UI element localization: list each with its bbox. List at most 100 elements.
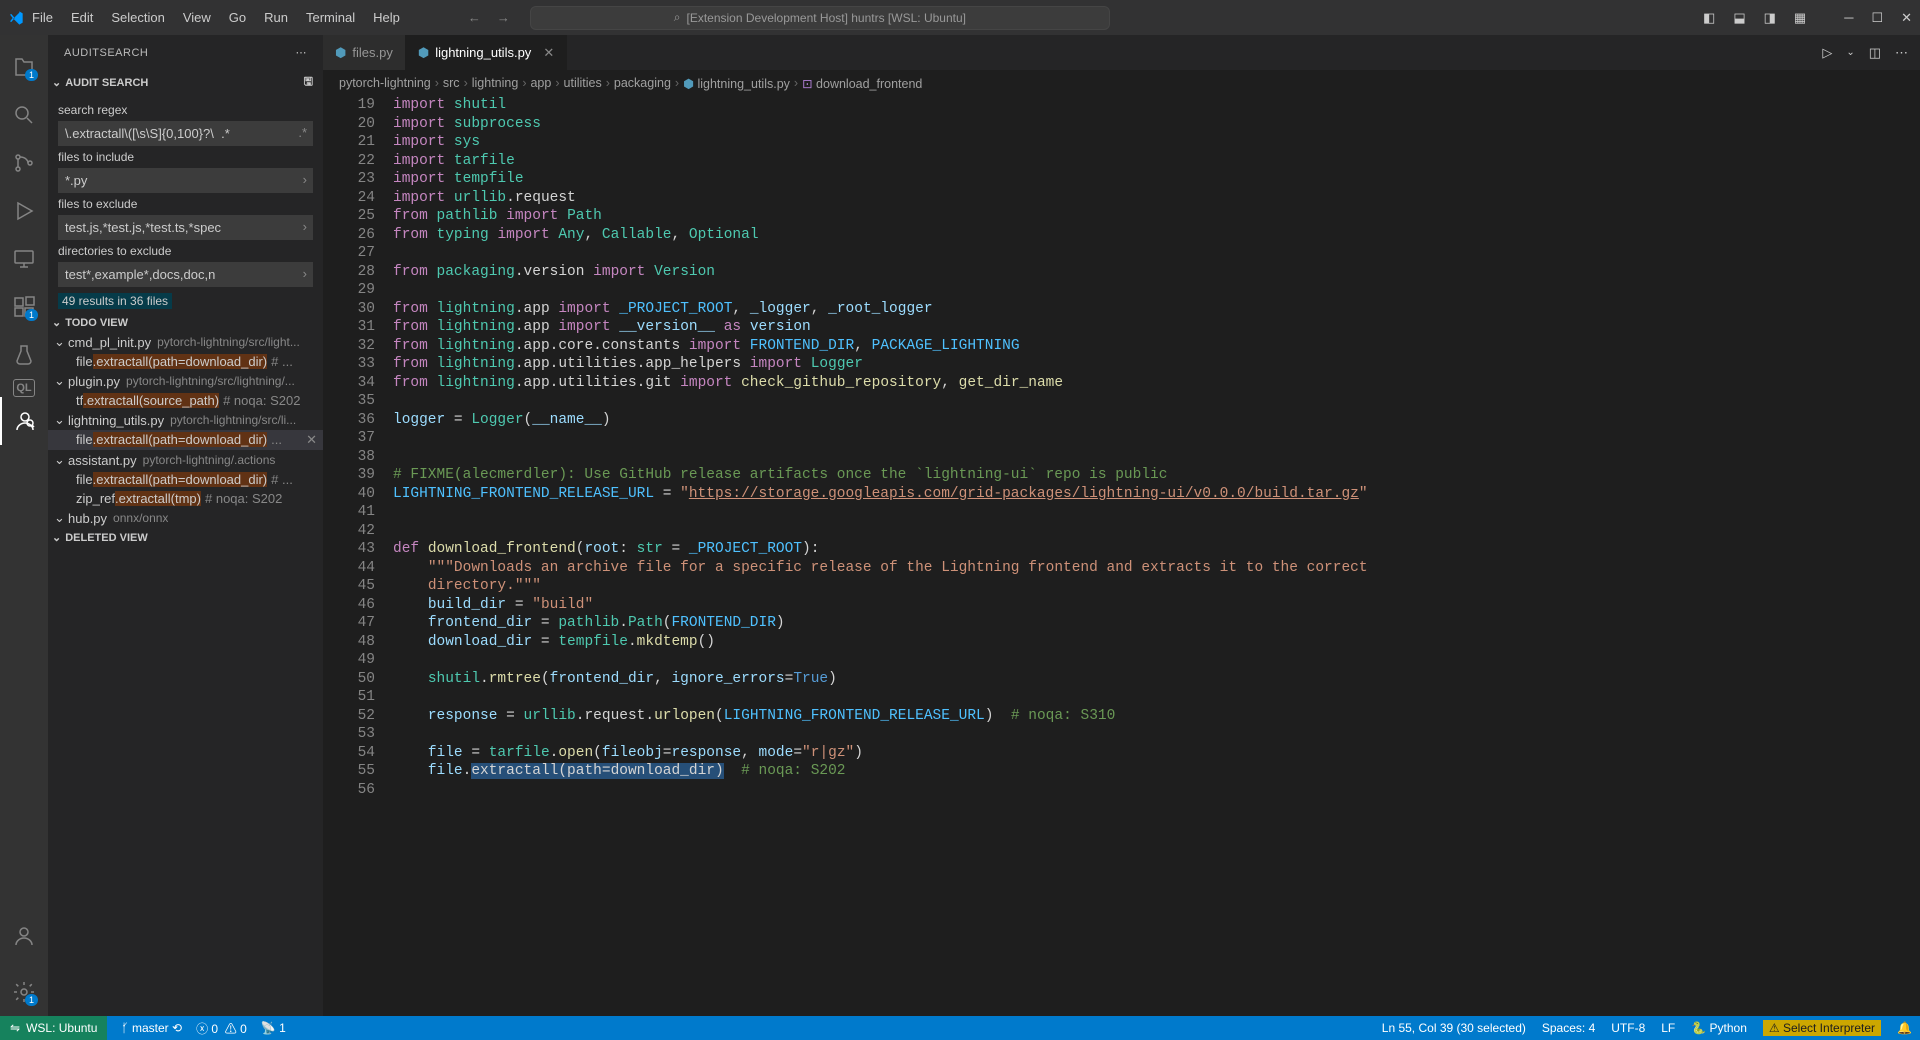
save-icon[interactable]: 🖫: [304, 73, 313, 92]
indentation[interactable]: Spaces: 4: [1542, 1021, 1595, 1035]
close-icon[interactable]: ✕: [1901, 10, 1912, 26]
code-content[interactable]: import shutilimport subprocessimport sys…: [393, 96, 1830, 1016]
minimap[interactable]: [1830, 96, 1920, 1016]
nav-forward-icon[interactable]: →: [497, 10, 510, 25]
ql-icon[interactable]: QL: [13, 379, 35, 397]
tree-match[interactable]: file.extractall(path=download_dir)...✕: [48, 430, 323, 450]
settings-gear-icon[interactable]: 1: [0, 968, 48, 1016]
tree-file[interactable]: ⌄cmd_pl_init.pypytorch-lightning/src/lig…: [48, 332, 323, 352]
regex-mode-icon[interactable]: .*: [298, 125, 307, 140]
remote-explorer-icon[interactable]: [0, 235, 48, 283]
extensions-icon[interactable]: 1: [0, 283, 48, 331]
menu-selection[interactable]: Selection: [103, 6, 172, 29]
search-icon: ⌕: [674, 10, 681, 25]
problems-indicator[interactable]: ⓧ 0 ⚠ 0: [196, 1020, 247, 1037]
nav-arrows: ← →: [468, 10, 510, 25]
breadcrumb-segment[interactable]: ⬢ lightning_utils.py: [683, 76, 790, 91]
notifications-icon[interactable]: 🔔: [1897, 1021, 1912, 1035]
layout-sidebar-right-icon[interactable]: ◨: [1764, 10, 1776, 26]
regex-label: search regex: [58, 103, 313, 117]
command-center[interactable]: ⌕ [Extension Development Host] huntrs [W…: [530, 6, 1110, 30]
layout-sidebar-left-icon[interactable]: ◧: [1703, 10, 1715, 26]
menu-go[interactable]: Go: [221, 6, 254, 29]
layout-customize-icon[interactable]: ▦: [1794, 10, 1806, 26]
menu-file[interactable]: File: [24, 6, 61, 29]
history-icon[interactable]: ›: [303, 219, 307, 234]
tree-file[interactable]: ⌄plugin.pypytorch-lightning/src/lightnin…: [48, 371, 323, 391]
more-icon[interactable]: ⋯: [1895, 45, 1908, 61]
tree-file[interactable]: ⌄lightning_utils.pypytorch-lightning/src…: [48, 410, 323, 430]
history-icon[interactable]: ›: [303, 266, 307, 281]
close-tab-icon[interactable]: ✕: [543, 45, 554, 61]
badge: 1: [25, 994, 38, 1006]
include-input[interactable]: [58, 168, 313, 193]
dismiss-icon[interactable]: ✕: [306, 432, 317, 448]
minimize-icon[interactable]: ─: [1844, 10, 1853, 26]
run-dropdown-icon[interactable]: ⌄: [1846, 47, 1854, 58]
line-numbers: 1920212223242526272829303132333435363738…: [323, 96, 393, 1016]
tree-file[interactable]: ⌄hub.pyonnx/onnx: [48, 508, 323, 528]
select-interpreter[interactable]: ⚠ Select Interpreter: [1763, 1020, 1881, 1036]
sidebar-title: AUDITSEARCH ⋯: [48, 35, 323, 70]
encoding[interactable]: UTF-8: [1611, 1021, 1645, 1035]
split-editor-icon[interactable]: ◫: [1869, 45, 1881, 61]
menu-view[interactable]: View: [175, 6, 219, 29]
maximize-icon[interactable]: ☐: [1871, 10, 1883, 26]
menu-edit[interactable]: Edit: [63, 6, 101, 29]
breadcrumb-segment[interactable]: lightning: [472, 76, 519, 90]
tree-match[interactable]: file.extractall(path=download_dir)# ...: [48, 470, 323, 489]
run-icon[interactable]: ▷: [1822, 45, 1832, 61]
ports-indicator[interactable]: 📡 1: [261, 1021, 286, 1035]
tab-files-py[interactable]: ⬢files.py: [323, 35, 406, 70]
search-activity-icon[interactable]: [0, 91, 48, 139]
tab-lightning_utils-py[interactable]: ⬢lightning_utils.py✕: [406, 35, 567, 70]
activity-bar: 1 1 QL 1: [0, 35, 48, 1016]
menu-terminal[interactable]: Terminal: [298, 6, 363, 29]
menu-help[interactable]: Help: [365, 6, 408, 29]
tree-match[interactable]: file.extractall(path=download_dir)# ...: [48, 352, 323, 371]
sidebar: AUDITSEARCH ⋯ ⌄AUDIT SEARCH 🖫 search reg…: [48, 35, 323, 1016]
source-control-icon[interactable]: [0, 139, 48, 187]
section-audit-search[interactable]: ⌄AUDIT SEARCH 🖫: [48, 70, 323, 95]
remote-indicator[interactable]: ⇋ WSL: Ubuntu: [0, 1016, 107, 1040]
command-center-text: [Extension Development Host] huntrs [WSL…: [687, 11, 966, 25]
chevron-down-icon: ⌄: [54, 334, 68, 350]
status-bar: ⇋ WSL: Ubuntu ᚶ master ⟲ ⓧ 0 ⚠ 0 📡 1 Ln …: [0, 1016, 1920, 1040]
auditsearch-activity-icon[interactable]: [0, 397, 48, 445]
section-deleted-view[interactable]: ⌄DELETED VIEW: [48, 528, 323, 547]
breadcrumb-segment[interactable]: pytorch-lightning: [339, 76, 431, 90]
tree-match[interactable]: tf.extractall(source_path)# noqa: S202: [48, 391, 323, 410]
code-editor[interactable]: 1920212223242526272829303132333435363738…: [323, 96, 1920, 1016]
breadcrumb-segment[interactable]: ⊡ download_frontend: [802, 76, 922, 91]
exclude-input[interactable]: [58, 215, 313, 240]
eol[interactable]: LF: [1661, 1021, 1675, 1035]
dirs-exclude-input[interactable]: [58, 262, 313, 287]
nav-back-icon[interactable]: ←: [468, 10, 481, 25]
regex-input[interactable]: [58, 121, 313, 146]
layout-panel-icon[interactable]: ⬓: [1733, 10, 1745, 26]
history-icon[interactable]: ›: [303, 172, 307, 187]
breadcrumb-segment[interactable]: app: [530, 76, 551, 90]
remote-icon: ⇋: [10, 1021, 20, 1035]
badge: 1: [25, 69, 38, 81]
section-todo-view[interactable]: ⌄TODO VIEW: [48, 313, 323, 332]
tree-match[interactable]: zip_ref.extractall(tmp)# noqa: S202: [48, 489, 323, 508]
more-icon[interactable]: ⋯: [296, 46, 308, 59]
breadcrumb-segment[interactable]: src: [443, 76, 460, 90]
language-mode[interactable]: 🐍 Python: [1691, 1021, 1747, 1035]
run-debug-icon[interactable]: [0, 187, 48, 235]
tree-file[interactable]: ⌄assistant.pypytorch-lightning/.actions: [48, 450, 323, 470]
results-tree: ⌄cmd_pl_init.pypytorch-lightning/src/lig…: [48, 332, 323, 528]
explorer-icon[interactable]: 1: [0, 43, 48, 91]
breadcrumb-segment[interactable]: utilities: [564, 76, 602, 90]
menu-run[interactable]: Run: [256, 6, 296, 29]
chevron-down-icon: ⌄: [52, 531, 61, 544]
branch-indicator[interactable]: ᚶ master ⟲: [121, 1021, 182, 1035]
testing-icon[interactable]: [0, 331, 48, 379]
chevron-down-icon: ⌄: [54, 452, 68, 468]
breadcrumb[interactable]: pytorch-lightning›src›lightning›app›util…: [323, 70, 1920, 96]
accounts-icon[interactable]: [0, 912, 48, 960]
cursor-position[interactable]: Ln 55, Col 39 (30 selected): [1382, 1021, 1526, 1035]
breadcrumb-segment[interactable]: packaging: [614, 76, 671, 90]
menu-bar: FileEditSelectionViewGoRunTerminalHelp: [24, 6, 408, 29]
